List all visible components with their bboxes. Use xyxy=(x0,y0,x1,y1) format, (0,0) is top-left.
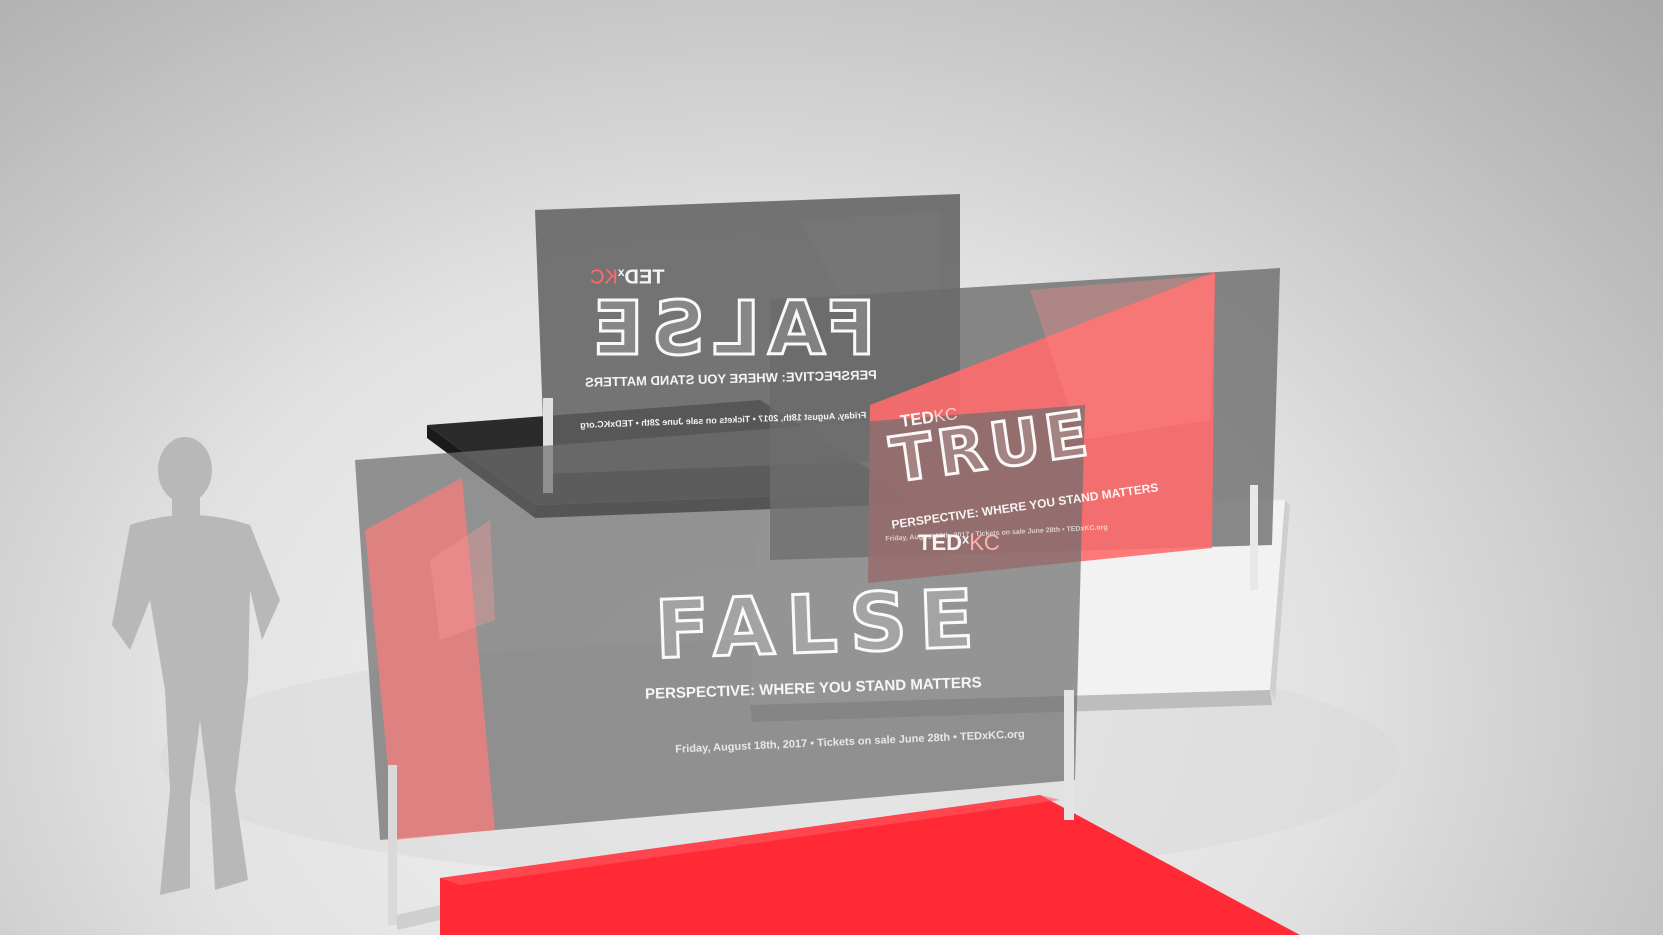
right-bottom-brand-kc: KC xyxy=(969,530,1000,555)
back-false-word: FALSE xyxy=(584,285,877,374)
right-panel-post xyxy=(1250,485,1258,590)
front-false-word: FALSE xyxy=(652,571,989,678)
stage-render xyxy=(112,194,1400,935)
right-bottom-brand-ted: TED xyxy=(918,530,962,555)
right-panel-bottom-brand: TEDxKC xyxy=(918,530,1000,556)
person-silhouette xyxy=(112,437,280,895)
front-panel-post-left xyxy=(388,765,397,925)
front-panel-foot xyxy=(397,905,440,930)
scene: { "colors": { "red_floor": "#e81e2a", "r… xyxy=(0,0,1663,935)
back-panel-word: FALSE xyxy=(584,285,877,374)
front-panel-post-right xyxy=(1064,690,1074,820)
back-brand-x: x xyxy=(617,265,625,279)
front-panel-word: FALSE xyxy=(652,571,989,678)
